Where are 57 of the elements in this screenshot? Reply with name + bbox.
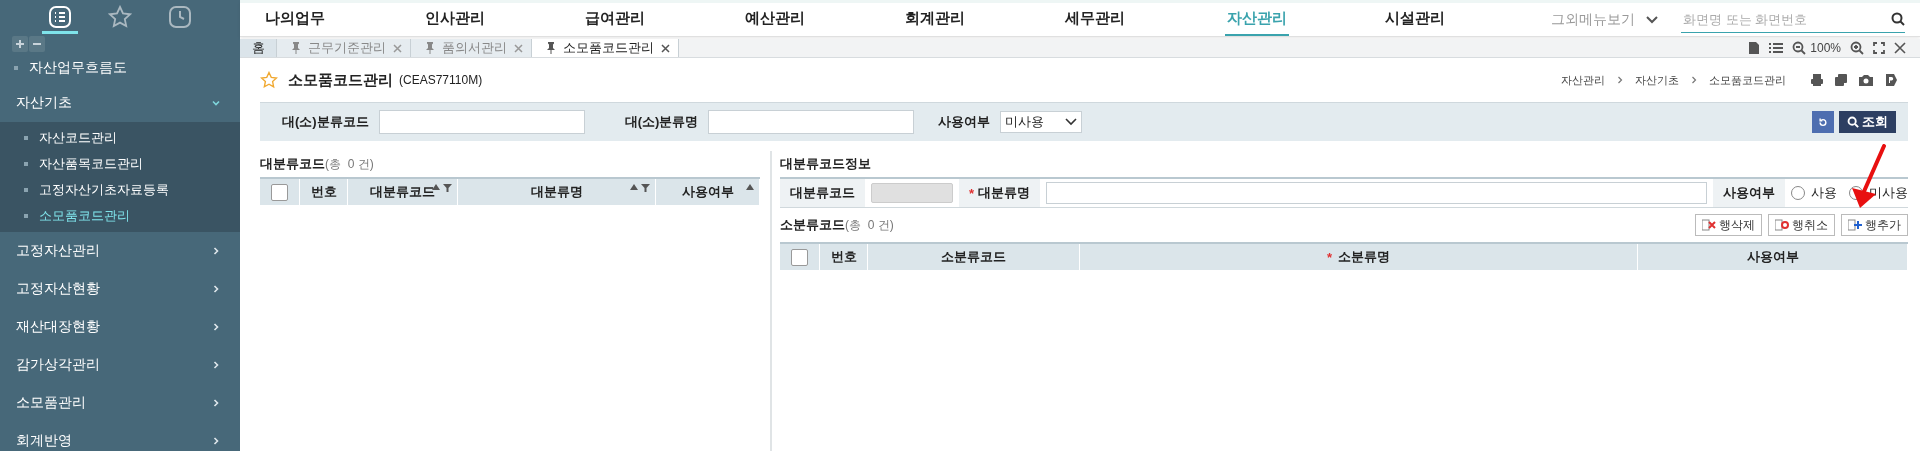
required-mark: * [1326, 249, 1333, 265]
section-title: 대분류코드정보 [780, 155, 871, 173]
menu-item[interactable]: 회계관리 [905, 3, 965, 34]
section-title: 대분류코드 [260, 155, 325, 173]
screen-code: (CEAS77110M) [399, 73, 483, 87]
sidebar-item[interactable]: 자산코드관리 [0, 125, 240, 151]
record-count: (총 0 건) [325, 156, 374, 173]
tab[interactable]: 소모품코드관리 [532, 39, 679, 57]
menu-item[interactable]: 급여관리 [585, 3, 645, 34]
radio-option[interactable]: 사용 [1791, 184, 1837, 202]
required-mark: * [969, 185, 975, 201]
filter-label: 대(소)분류명 [624, 113, 699, 131]
field-label: 대분류코드 [780, 179, 865, 207]
page-title: 소모품코드관리 [288, 70, 393, 90]
column-header[interactable]: 번호 [830, 248, 857, 266]
column-header[interactable]: 소분류명 [1338, 248, 1391, 266]
field-label: 사용여부 [1713, 179, 1785, 207]
sidebar-group[interactable]: 회계반영 [0, 422, 240, 451]
sidebar-group[interactable]: 고정자산관리 [0, 232, 240, 270]
menu-item[interactable]: 세무관리 [1065, 3, 1125, 34]
sidebar-item[interactable]: 소모품코드관리 [0, 203, 240, 229]
menu-item[interactable]: 예산관리 [745, 3, 805, 34]
column-header[interactable]: 번호 [300, 179, 348, 205]
sidebar-group[interactable]: 소모품관리 [0, 384, 240, 422]
record-count: (총 0 건) [845, 217, 894, 234]
select-field[interactable]: 미사용 [1000, 111, 1083, 133]
column-header[interactable]: 사용여부 [1746, 248, 1799, 266]
breadcrumb-item[interactable]: 소모품코드관리 [1709, 72, 1786, 88]
breadcrumb-item[interactable]: 자산기초 [1635, 72, 1679, 88]
delete-row-button[interactable]: 행삭제 [1695, 214, 1762, 236]
tab-label: 근무기준관리 [308, 39, 386, 57]
column-header[interactable]: 대분류코드 [348, 179, 458, 205]
filter-label: 대(소)분류코드 [282, 113, 369, 131]
cancel-row-button[interactable]: 행취소 [1768, 214, 1835, 236]
sidebar-item[interactable]: 자산업무흐름도 [0, 52, 240, 84]
tab-label: 품의서관리 [442, 39, 507, 57]
home-tab[interactable]: 홈 [240, 39, 277, 57]
add-row-button[interactable]: 행추가 [1841, 214, 1908, 236]
column-header[interactable]: 대분류명 [458, 179, 656, 205]
section-title: 소분류코드 [780, 216, 845, 234]
sidebar-item[interactable]: 고정자산기초자료등록 [0, 177, 240, 203]
menu-item[interactable]: 인사관리 [425, 3, 485, 34]
menu-item[interactable]: 나의업무 [265, 3, 325, 34]
column-header[interactable]: 사용여부 [656, 179, 760, 205]
breadcrumb-item[interactable]: 자산관리 [1561, 72, 1605, 88]
menu-item[interactable]: 시설관리 [1385, 3, 1445, 34]
sidebar-group[interactable]: 감가상각관리 [0, 346, 240, 384]
filter-label: 사용여부 [938, 113, 991, 131]
sidebar-group[interactable]: 고정자산현황 [0, 270, 240, 308]
sidebar-item[interactable]: 자산품목코드관리 [0, 151, 240, 177]
column-header[interactable]: 소분류코드 [941, 248, 1006, 266]
sidebar-group[interactable]: 재산대장현황 [0, 308, 240, 346]
search-button[interactable]: 조회 [1839, 111, 1896, 133]
sidebar-group[interactable]: 자산기초 [0, 84, 240, 122]
zoom-level: 100% [1810, 41, 1841, 55]
field-label: 대분류명 [978, 184, 1031, 202]
tab-label: 소모품코드관리 [563, 39, 654, 57]
